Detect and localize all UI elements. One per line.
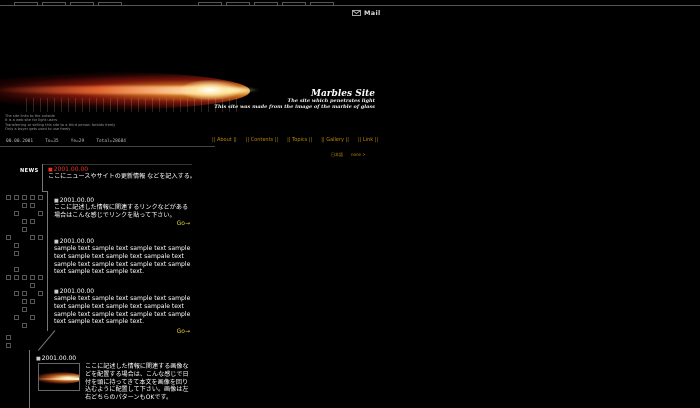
square <box>14 211 19 216</box>
square <box>38 291 43 296</box>
status-yesterday: Ye=29 <box>70 139 85 144</box>
entry-text: sample text sample text sample text samp… <box>54 295 191 326</box>
entry-date: ■2001.00.00 <box>54 197 192 204</box>
square <box>6 235 11 240</box>
top-tab-notch <box>42 2 66 6</box>
nav-contents[interactable]: || Contents || <box>246 137 278 143</box>
entry-date: ■2001.00.00 <box>54 288 192 295</box>
square <box>22 227 27 232</box>
entry-text: ここに記述した情報に関連するリンクなどがある場合はこんな感じでリンクを貼って下さ… <box>54 204 189 219</box>
square <box>30 315 35 320</box>
news-date-text: 2001.00.00 <box>53 166 89 173</box>
bullet-icon: ■ <box>36 356 41 362</box>
square <box>22 307 27 312</box>
square <box>38 275 43 280</box>
mail-label: Mail <box>364 9 381 17</box>
square <box>30 275 35 280</box>
news-entry-with-image: ■2001.00.00 ここに記述した情報に関連する画像などを配置する場合は、こ… <box>36 355 196 401</box>
square <box>14 291 19 296</box>
square <box>38 195 43 200</box>
status-today: To=35 <box>45 139 59 144</box>
top-tab-notch <box>198 2 222 6</box>
go-link[interactable]: Go→ <box>177 220 190 227</box>
entry-date: ■2001.00.00 <box>54 238 192 245</box>
square <box>22 275 27 280</box>
square <box>30 235 35 240</box>
square <box>14 243 19 248</box>
frame-line <box>29 350 30 408</box>
go-link[interactable]: Go→ <box>177 328 190 335</box>
envelope-icon <box>352 10 361 16</box>
site-description: This site was made from the image of the… <box>214 104 375 110</box>
lang-english[interactable]: none > <box>351 152 366 158</box>
nav-about[interactable]: || About || <box>212 137 237 143</box>
banner-glow <box>180 80 240 100</box>
top-tab-notch <box>70 2 94 6</box>
square <box>30 195 35 200</box>
entry-date-text: 2001.00.00 <box>59 288 95 295</box>
news-latest: ■2001.00.00 ここにニュースやサイトの更新情報 などを記入する。 <box>48 166 198 181</box>
lang-japanese[interactable]: 日本語 <box>331 152 343 158</box>
banner-notes: The site links to the outside It is a we… <box>5 114 115 132</box>
main-nav: || About || || Contents || || Topics || … <box>212 137 378 143</box>
square <box>22 299 27 304</box>
square <box>30 299 35 304</box>
top-tab-notch <box>254 2 278 6</box>
news-entry: ■2001.00.00 sample text sample text samp… <box>54 238 192 276</box>
square <box>14 267 19 272</box>
status-date: 00.00.2001 <box>6 139 34 144</box>
news-entry: ■2001.00.00 sample text sample text samp… <box>54 288 192 335</box>
nav-link[interactable]: || Link || <box>358 137 378 143</box>
top-tab-notch <box>310 2 334 6</box>
thumbnail-streak <box>39 378 79 380</box>
entry-text: ここに記述した情報に関連する画像などを配置する場合は、こんな感じで日付を頭に持っ… <box>85 363 189 402</box>
square <box>22 219 27 224</box>
frame-line <box>42 164 43 191</box>
entry-thumbnail-image[interactable] <box>38 363 80 391</box>
square <box>22 195 27 200</box>
note-line: Only a buyer gets used to use freely <box>5 127 71 132</box>
square <box>38 211 43 216</box>
banner-streak-lines <box>20 98 240 112</box>
news-date: ■2001.00.00 <box>48 166 198 173</box>
top-tab-notch <box>226 2 250 6</box>
square <box>22 291 27 296</box>
frame-line <box>42 164 192 165</box>
status-total: Total=28684 <box>96 139 126 144</box>
square <box>30 283 35 288</box>
square <box>6 335 11 340</box>
square <box>22 203 27 208</box>
nav-gallery[interactable]: || Gallery || <box>321 137 349 143</box>
news-heading: NEWS <box>20 168 39 174</box>
language-switch: 日本語 none > <box>331 152 366 158</box>
mail-link[interactable]: Mail <box>352 9 381 17</box>
decorative-squares <box>4 195 44 350</box>
frame-line <box>47 191 48 331</box>
square <box>14 251 19 256</box>
entry-date-text: 2001.00.00 <box>41 355 77 362</box>
news-text: ここにニュースやサイトの更新情報 などを記入する。 <box>48 173 196 180</box>
square <box>38 235 43 240</box>
news-entry: ■2001.00.00 ここに記述した情報に関連するリンクなどがある場合はこんな… <box>54 197 192 227</box>
entry-date-text: 2001.00.00 <box>59 197 95 204</box>
top-tab-notch <box>282 2 306 6</box>
square <box>6 343 11 348</box>
top-tab-notch <box>14 2 38 6</box>
square <box>22 323 27 328</box>
entry-date: ■2001.00.00 <box>36 355 196 362</box>
square <box>6 195 11 200</box>
nav-topics[interactable]: || Topics || <box>287 137 312 143</box>
access-counter: 00.00.2001 To=35 Ye=29 Total=28684 <box>0 137 215 147</box>
top-tab-notch <box>98 2 122 6</box>
square <box>30 203 35 208</box>
square <box>14 275 19 280</box>
entry-text: sample text sample text sample text samp… <box>54 245 191 276</box>
square <box>30 219 35 224</box>
square <box>14 315 19 320</box>
square <box>14 195 19 200</box>
entry-date-text: 2001.00.00 <box>59 238 95 245</box>
square <box>6 275 11 280</box>
